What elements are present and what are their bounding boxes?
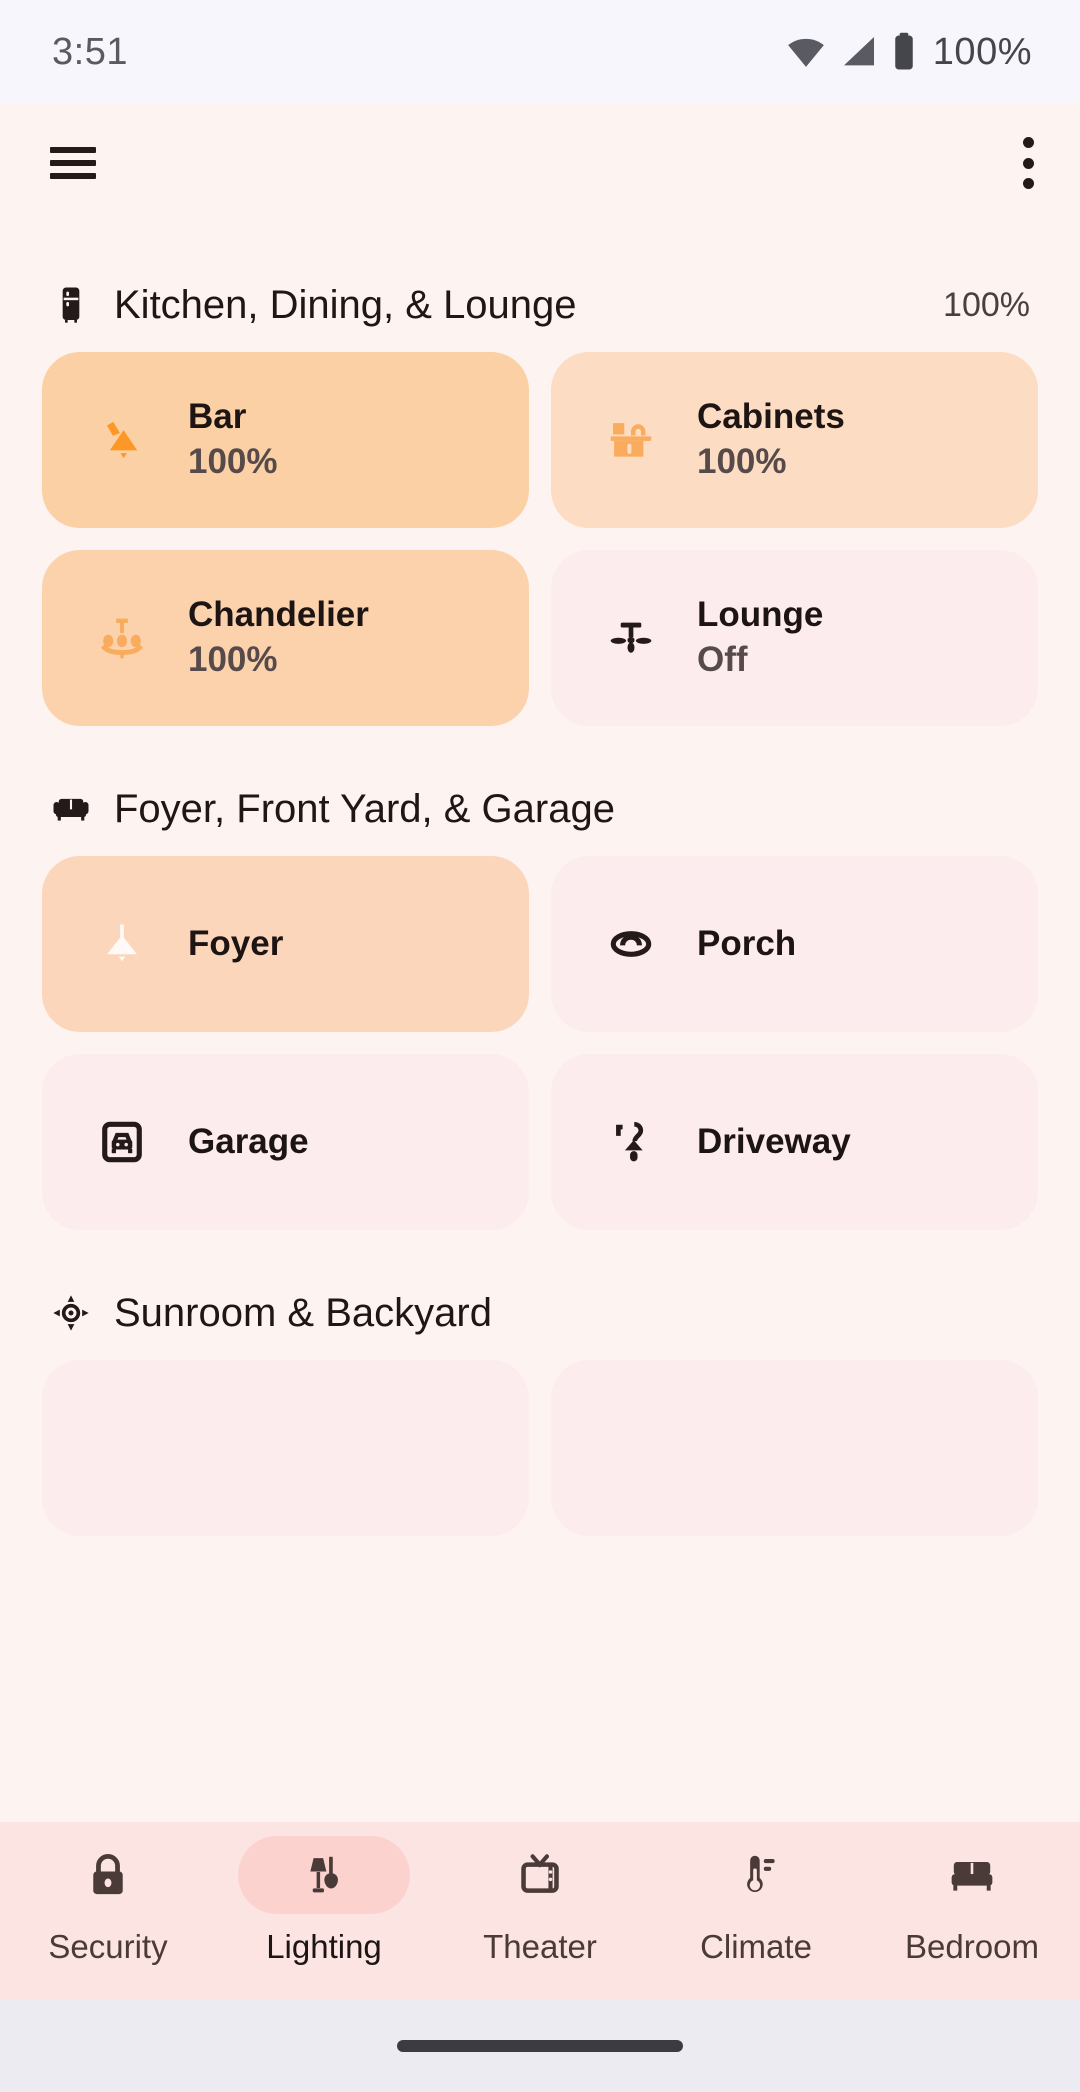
status-indicators: 100% [785, 31, 1032, 74]
device-state: 100% [697, 442, 787, 481]
refrigerator-icon [50, 284, 92, 326]
card-text: Bar 100% [188, 397, 278, 482]
lamp-icon [298, 1849, 350, 1901]
nav-label: Bedroom [905, 1928, 1039, 1965]
nav-label: Climate [700, 1928, 812, 1965]
device-card-garage[interactable]: Garage [42, 1054, 529, 1230]
device-grid [42, 1360, 1038, 1536]
section-title: Sunroom & Backyard [114, 1290, 492, 1335]
card-text: Lounge Off [697, 595, 823, 680]
device-name: Bar [188, 397, 247, 437]
device-grid: Foyer Porch Garage Driveway [42, 856, 1038, 1230]
card-text: Cabinets 100% [697, 397, 845, 482]
path-light-icon [593, 1114, 669, 1170]
garage-car-icon [84, 1114, 160, 1170]
cellular-signal-icon [839, 32, 879, 72]
card-text: Garage [188, 1122, 309, 1163]
device-name: Porch [697, 923, 797, 963]
wifi-icon [785, 31, 827, 73]
chandelier-icon [84, 609, 160, 667]
wall-sconce-icon [84, 409, 160, 471]
device-name: Cabinets [697, 397, 845, 437]
nav-label: Lighting [266, 1928, 382, 1965]
app-bar [0, 104, 1080, 222]
device-card-foyer[interactable]: Foyer [42, 856, 529, 1032]
device-card-porch[interactable]: Porch [551, 856, 1038, 1032]
section-foyer-front-yard-garage: Foyer, Front Yard, & Garage Foyer Porch … [0, 772, 1080, 1230]
card-text: Driveway [697, 1122, 851, 1163]
battery-icon [891, 31, 917, 73]
dome-light-icon [593, 916, 669, 972]
nav-item-climate[interactable]: Climate [656, 1836, 856, 1966]
device-card-cabinets[interactable]: Cabinets 100% [551, 352, 1038, 528]
card-text: Porch [697, 924, 796, 965]
card-text: Chandelier 100% [188, 595, 369, 680]
phone-screen: 3:51 100% Kitchen, Dining, & Lounge 100%… [0, 0, 1080, 2092]
device-card-driveway[interactable]: Driveway [551, 1054, 1038, 1230]
device-name: Chandelier [188, 595, 369, 635]
device-card-bar[interactable]: Bar 100% [42, 352, 529, 528]
nav-label: Security [48, 1928, 168, 1965]
nav-label: Theater [483, 1928, 597, 1965]
nav-item-theater[interactable]: Theater [440, 1836, 640, 1966]
nav-pill [670, 1836, 842, 1914]
device-name: Lounge [697, 595, 824, 635]
overflow-menu-icon[interactable] [1022, 137, 1034, 189]
bottom-navigation: Security Lighting Theater Climate Bedroo… [0, 1822, 1080, 2000]
nav-item-lighting[interactable]: Lighting [224, 1836, 424, 1966]
section-percent: 100% [943, 285, 1030, 324]
nav-item-bedroom[interactable]: Bedroom [872, 1836, 1072, 1966]
lock-icon [82, 1849, 134, 1901]
sun-brightness-icon [50, 1292, 92, 1334]
device-state: 100% [188, 442, 278, 481]
device-name: Garage [188, 1121, 309, 1161]
thermometer-icon [730, 1849, 782, 1901]
device-card-lounge[interactable]: Lounge Off [551, 550, 1038, 726]
home-indicator[interactable] [397, 2040, 683, 2052]
ceiling-fan-icon [593, 610, 669, 666]
television-icon [514, 1849, 566, 1901]
sofa-icon [50, 788, 92, 830]
status-time: 3:51 [52, 30, 128, 73]
section-title: Kitchen, Dining, & Lounge [114, 282, 577, 327]
nav-pill [238, 1836, 410, 1914]
nav-pill [886, 1836, 1058, 1914]
card-text: Foyer [188, 924, 283, 965]
dashboard-scroll-area[interactable]: Kitchen, Dining, & Lounge 100% Bar 100% [0, 222, 1080, 1822]
section-title: Foyer, Front Yard, & Garage [114, 786, 615, 831]
section-header: Foyer, Front Yard, & Garage [42, 772, 1038, 846]
pendant-light-icon [84, 916, 160, 972]
section-header: Kitchen, Dining, & Lounge 100% [42, 268, 1038, 342]
gesture-navigation-bar [0, 2000, 1080, 2092]
nav-pill [22, 1836, 194, 1914]
device-state: 100% [188, 640, 278, 679]
bed-icon [946, 1849, 998, 1901]
nav-pill [454, 1836, 626, 1914]
device-name: Driveway [697, 1121, 851, 1161]
battery-percent: 100% [932, 30, 1032, 73]
device-card-chandelier[interactable]: Chandelier 100% [42, 550, 529, 726]
device-card-partial-right[interactable] [551, 1360, 1038, 1536]
cabinet-icon [593, 413, 669, 467]
device-state: Off [697, 640, 748, 679]
section-kitchen-dining-lounge: Kitchen, Dining, & Lounge 100% Bar 100% [0, 268, 1080, 726]
device-card-partial-left[interactable] [42, 1360, 529, 1536]
device-name: Foyer [188, 923, 284, 963]
section-sunroom-backyard: Sunroom & Backyard [0, 1276, 1080, 1536]
section-header: Sunroom & Backyard [42, 1276, 1038, 1350]
status-bar: 3:51 100% [0, 0, 1080, 104]
nav-item-security[interactable]: Security [8, 1836, 208, 1966]
device-grid: Bar 100% Cabinets 100% Chandelier 100% L… [42, 352, 1038, 726]
hamburger-menu-icon[interactable] [50, 147, 96, 179]
